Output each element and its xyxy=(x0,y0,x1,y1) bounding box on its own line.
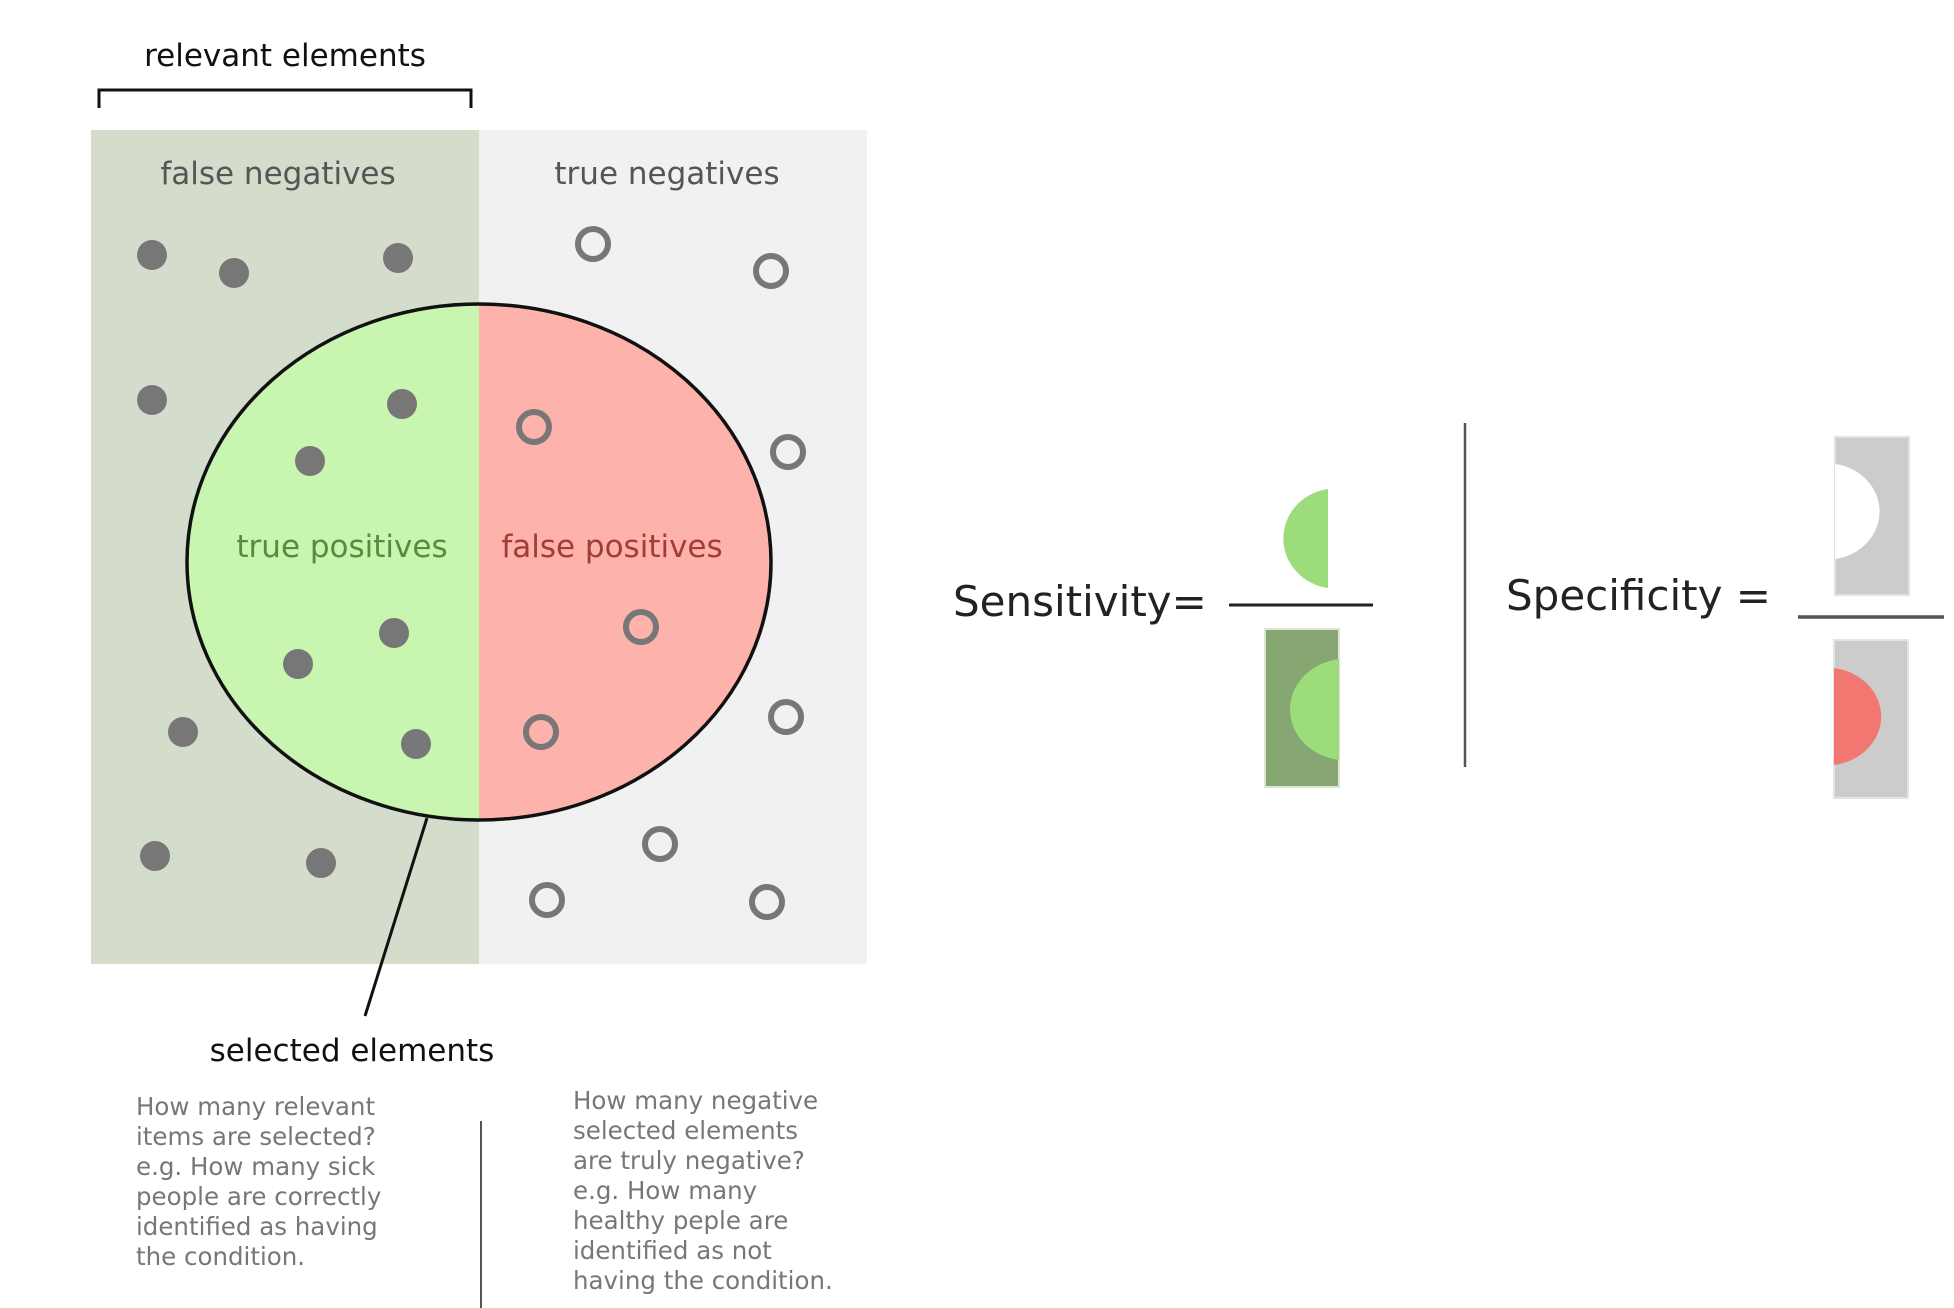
sensitivity-numerator-half xyxy=(1283,489,1328,588)
selected-elements-label: selected elements xyxy=(210,1033,495,1069)
specificity-label: Specificity = xyxy=(1506,571,1771,620)
relevant-dot xyxy=(387,389,417,419)
relevant-dot xyxy=(137,385,167,415)
relevant-dot xyxy=(140,841,170,871)
sensitivity-annotation: How many relevant items are selected? e.… xyxy=(136,1092,382,1271)
relevant-dot xyxy=(379,618,409,648)
relevant-elements-label: relevant elements xyxy=(144,38,426,74)
true-negatives-label: true negatives xyxy=(554,156,779,192)
relevant-dot xyxy=(219,258,249,288)
relevant-bracket xyxy=(97,88,473,108)
specificity-annotation: How many negative selected elements are … xyxy=(573,1086,833,1295)
relevant-dot xyxy=(283,649,313,679)
relevant-dot xyxy=(168,717,198,747)
relevant-dot xyxy=(306,848,336,878)
false-positives-label: false positives xyxy=(501,529,722,565)
relevant-dot xyxy=(295,446,325,476)
relevant-dot xyxy=(137,240,167,270)
false-negatives-label: false negatives xyxy=(160,156,395,192)
sensitivity-label: Sensitivity= xyxy=(953,577,1207,626)
relevant-dot xyxy=(383,243,413,273)
relevant-dot xyxy=(401,729,431,759)
true-positives-label: true positives xyxy=(236,529,447,565)
